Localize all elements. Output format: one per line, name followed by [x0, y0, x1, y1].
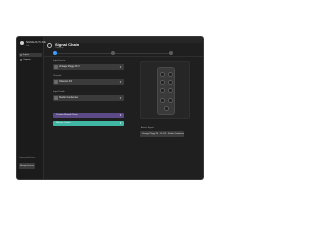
- input-profile-value: Studio Condenser: [59, 96, 79, 99]
- knob-icon: [168, 88, 173, 93]
- knob-icon: [160, 88, 165, 93]
- input-profile-label: Input Profile: [53, 91, 65, 93]
- device-icon: [54, 65, 58, 69]
- chevron-down-icon: ▾: [119, 80, 122, 84]
- knob-icon: [160, 80, 165, 85]
- device-preview: [140, 61, 190, 119]
- step-1[interactable]: [53, 51, 57, 55]
- chevron-down-icon: ▾: [119, 121, 122, 125]
- step-progress: [53, 51, 173, 55]
- pedal-device-image: [157, 67, 175, 115]
- knob-icon: [168, 80, 173, 85]
- knob-icon: [160, 98, 165, 103]
- active-signal-label: Active Signal: [141, 127, 154, 129]
- channel-value: Channel 3/4: [59, 80, 72, 83]
- inputs-icon: [20, 54, 22, 56]
- knob-icon: [168, 72, 173, 77]
- monitor-output-select[interactable]: Monitor Output ▾: [53, 121, 124, 126]
- knob-icon: [160, 72, 165, 77]
- main-content: Signal Chain Configure Input Device Vint…: [44, 37, 203, 179]
- back-icon[interactable]: [47, 43, 52, 48]
- sidebar-item-outputs[interactable]: Outputs: [19, 58, 42, 62]
- monitor-output-label: Monitor Output: [56, 122, 71, 124]
- app-window: SIGNALOUT LIVE Lab Inputs Outputs Connec…: [16, 36, 204, 180]
- sidebar-item-inputs[interactable]: Inputs: [19, 53, 42, 57]
- knob-icon: [164, 106, 169, 111]
- channel-label: Channel: [53, 75, 62, 77]
- chevron-down-icon: ▾: [119, 65, 122, 69]
- input-profile-select[interactable]: Studio Condenser ▾: [53, 95, 124, 101]
- sidebar: SIGNALOUT LIVE Lab Inputs Outputs Connec…: [17, 37, 46, 179]
- app-name: SIGNALOUT LIVE: [26, 41, 46, 44]
- manage-devices-button[interactable]: Manage Devices: [19, 163, 35, 169]
- sidebar-item-label: Inputs: [23, 54, 29, 56]
- connected-device-label: Connected Device: [19, 157, 36, 159]
- profile-icon: [54, 96, 58, 100]
- chevron-down-icon: ▾: [119, 96, 122, 100]
- input-device-select[interactable]: Vintage Plugg 3S V ▾: [53, 64, 124, 70]
- chevron-down-icon: ▾: [119, 113, 122, 117]
- effect-chain-label: Custom Reverb Chain: [56, 114, 78, 116]
- effect-chain-select[interactable]: Custom Reverb Chain ▾: [53, 113, 124, 118]
- knob-icon: [168, 98, 173, 103]
- divider: [44, 56, 203, 57]
- step-2[interactable]: [111, 51, 115, 55]
- input-device-label: Input Device: [53, 60, 66, 62]
- page-subtitle: Configure: [55, 47, 64, 49]
- sidebar-item-label: Outputs: [23, 59, 31, 61]
- step-3[interactable]: [169, 51, 173, 55]
- app-subtitle: Lab: [26, 45, 30, 47]
- channel-select[interactable]: Channel 3/4 ▾: [53, 79, 124, 85]
- channel-icon: [54, 80, 58, 84]
- active-signal-readout: Vintage Plugg 3S · Ch 3/4 · Studio Conde…: [140, 131, 184, 137]
- input-device-value: Vintage Plugg 3S V: [59, 65, 80, 68]
- outputs-icon: [20, 59, 22, 61]
- app-logo-icon: [20, 41, 24, 45]
